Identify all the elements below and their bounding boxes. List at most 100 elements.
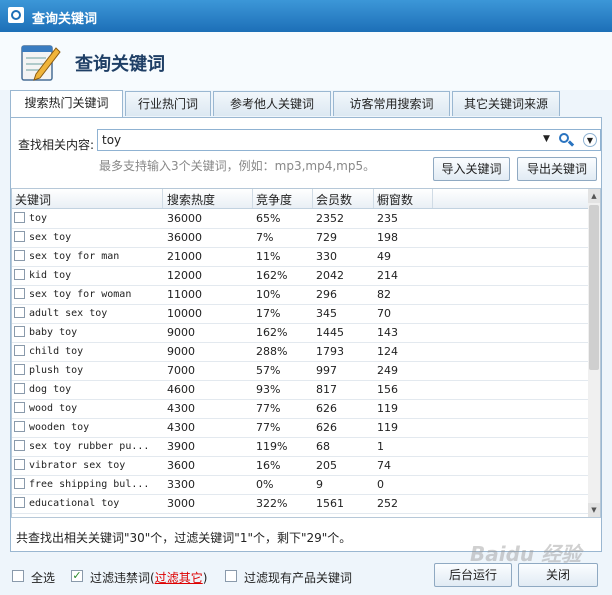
row-checkbox[interactable] (14, 364, 25, 375)
search-hint: 最多支持输入3个关键词，例如：mp3,mp4,mp5。 (99, 159, 376, 173)
cell-members: 817 (316, 383, 337, 396)
cell-search-heat: 7000 (167, 364, 195, 377)
cell-keyword: kid toy (29, 270, 72, 281)
table-row[interactable]: sex toy for woman 11000 10% 296 82 (12, 285, 588, 305)
search-input[interactable]: toy ▼ ▼ (97, 129, 601, 151)
table-row[interactable]: free shipping bul... 3300 0% 9 0 (12, 475, 588, 495)
table-row[interactable]: child toy 9000 288% 1793 124 (12, 342, 588, 362)
cell-showcases: 143 (377, 326, 398, 339)
cell-keyword: baby toy (29, 327, 78, 338)
col-members[interactable]: 会员数 (316, 191, 352, 208)
search-value: toy (102, 133, 122, 147)
row-checkbox[interactable] (14, 269, 25, 280)
tab-other-sources[interactable]: 其它关键词来源 (452, 91, 560, 116)
cell-competition: 0% (256, 478, 274, 491)
scroll-down-icon[interactable]: ▼ (588, 503, 600, 517)
row-checkbox[interactable] (14, 383, 25, 394)
row-checkbox[interactable] (14, 497, 25, 508)
cell-search-heat: 9000 (167, 345, 195, 358)
col-search-heat[interactable]: 搜索热度 (167, 191, 215, 208)
scroll-thumb[interactable] (589, 205, 599, 370)
row-checkbox[interactable] (14, 440, 25, 451)
cell-search-heat: 21000 (167, 250, 202, 263)
row-checkbox[interactable] (14, 231, 25, 242)
filter-banned-checkbox[interactable]: ✓ (71, 570, 83, 582)
cell-competition: 17% (256, 307, 281, 320)
table-row[interactable]: educational toy 3000 322% 1561 252 (12, 494, 588, 514)
row-checkbox[interactable] (14, 326, 25, 337)
cell-showcases: 119 (377, 421, 398, 434)
table-row[interactable]: baby toy 9000 162% 1445 143 (12, 323, 588, 343)
export-keywords-button[interactable]: 导出关键词 (517, 157, 597, 181)
table-row[interactable]: sex toy for man 21000 11% 330 49 (12, 247, 588, 267)
filter-products-checkbox[interactable] (225, 570, 237, 582)
filter-products-label: 过滤现有产品关键词 (244, 571, 353, 585)
import-keywords-button[interactable]: 导入关键词 (433, 157, 510, 181)
table-row[interactable]: adult sex toy 10000 17% 345 70 (12, 304, 588, 324)
vertical-scrollbar[interactable]: ▲ ▼ (588, 189, 600, 517)
row-checkbox[interactable] (14, 421, 25, 432)
cell-competition: 162% (256, 269, 288, 282)
table-row[interactable]: dog toy 4600 93% 817 156 (12, 380, 588, 400)
cell-keyword: child toy (29, 346, 84, 357)
cell-competition: 322% (256, 497, 288, 510)
table-row[interactable]: plush toy 7000 57% 997 249 (12, 361, 588, 381)
query-keyword-window: 查询关键词 查询关键词 搜索热门关键词 行业热门词 参考他人关键词 访客常用搜索… (0, 0, 612, 595)
row-checkbox[interactable] (14, 288, 25, 299)
cell-competition: 11% (256, 250, 281, 263)
select-all-label: 全选 (31, 571, 56, 585)
table-row[interactable]: kid toy 12000 162% 2042 214 (12, 266, 588, 286)
col-competition[interactable]: 竞争度 (256, 191, 292, 208)
row-checkbox[interactable] (14, 402, 25, 413)
cell-showcases: 214 (377, 269, 398, 282)
window-title: 查询关键词 (32, 12, 98, 27)
row-checkbox[interactable] (14, 459, 25, 470)
cell-members: 68 (316, 440, 330, 453)
cell-search-heat: 9000 (167, 326, 195, 339)
scroll-up-icon[interactable]: ▲ (588, 189, 600, 203)
cell-members: 205 (316, 459, 337, 472)
table-row[interactable]: wooden toy 4300 77% 626 119 (12, 418, 588, 438)
row-checkbox[interactable] (14, 212, 25, 223)
result-summary: 共查找出相关关键词"30"个，过滤关键词"1"个，剩下"29"个。 (16, 531, 352, 545)
table-row[interactable]: toy 36000 65% 2352 235 (12, 209, 588, 229)
col-keyword[interactable]: 关键词 (15, 191, 51, 208)
cell-keyword: sex toy for man (29, 251, 120, 262)
filter-other-link[interactable]: 过滤其它 (155, 571, 203, 585)
cell-keyword: vibrator sex toy (29, 460, 126, 471)
cell-keyword: wooden toy (29, 422, 90, 433)
notepad-pencil-icon (21, 45, 61, 81)
table-row[interactable]: wood toy 4300 77% 626 119 (12, 399, 588, 419)
row-checkbox[interactable] (14, 478, 25, 489)
row-checkbox[interactable] (14, 345, 25, 356)
table-row[interactable]: sex toy rubber pu... 3900 119% 68 1 (12, 437, 588, 457)
select-all-checkbox[interactable] (12, 570, 24, 582)
dropdown-arrow-icon[interactable]: ▼ (543, 134, 550, 144)
cell-members: 296 (316, 288, 337, 301)
chevron-down-icon[interactable]: ▼ (583, 133, 597, 147)
search-label: 查找相关内容: (18, 138, 95, 152)
tab-hot-keywords[interactable]: 搜索热门关键词 (10, 90, 123, 117)
cell-search-heat: 4300 (167, 402, 195, 415)
cell-showcases: 74 (377, 459, 391, 472)
cell-showcases: 124 (377, 345, 398, 358)
cell-members: 729 (316, 231, 337, 244)
cell-search-heat: 4600 (167, 383, 195, 396)
title-bar: 查询关键词 (0, 0, 612, 32)
row-checkbox[interactable] (14, 307, 25, 318)
cell-search-heat: 3900 (167, 440, 195, 453)
table-row[interactable]: sex toy 36000 7% 729 198 (12, 228, 588, 248)
cell-showcases: 70 (377, 307, 391, 320)
cell-members: 1561 (316, 497, 344, 510)
col-showcases[interactable]: 橱窗数 (377, 191, 413, 208)
row-checkbox[interactable] (14, 250, 25, 261)
table-row[interactable]: vibrator sex toy 3600 16% 205 74 (12, 456, 588, 476)
search-icon[interactable] (558, 132, 574, 148)
watermark: Baidu 经验 (470, 542, 582, 566)
tab-industry-hot[interactable]: 行业热门词 (125, 91, 211, 116)
tab-visitor-search[interactable]: 访客常用搜索词 (333, 91, 450, 116)
tab-reference-others[interactable]: 参考他人关键词 (213, 91, 331, 116)
header-title: 查询关键词 (75, 54, 165, 75)
cell-competition: 162% (256, 326, 288, 339)
cell-competition: 77% (256, 421, 281, 434)
